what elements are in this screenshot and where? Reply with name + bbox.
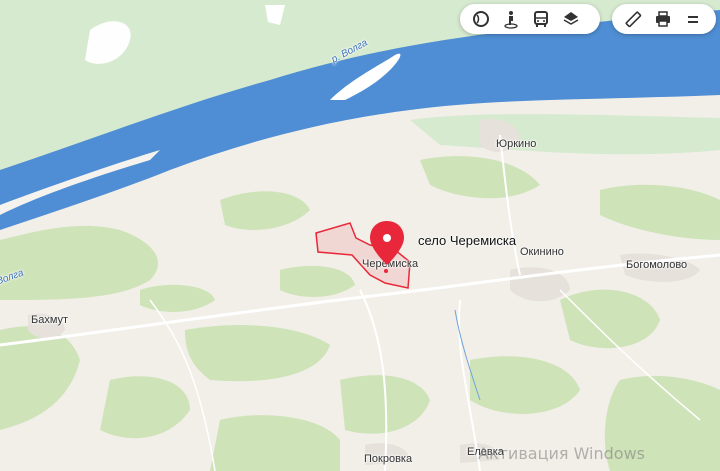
windows-activation-watermark: Активация Windows: [478, 444, 645, 463]
ruler-button[interactable]: [618, 5, 648, 33]
street-view-icon: [504, 11, 518, 29]
print-icon: [656, 11, 670, 27]
layers-button[interactable]: [556, 5, 586, 33]
map-controls-toolbar: [460, 4, 600, 34]
map-canvas[interactable]: р. Волга Волга Юркино Окинино Богомолово…: [0, 0, 720, 471]
map-tools-toolbar: [612, 4, 716, 34]
layers-icon: [563, 12, 579, 25]
street-view-button[interactable]: [496, 5, 526, 33]
transport-button[interactable]: [526, 5, 556, 33]
place-label-okinino: Окинино: [520, 246, 564, 258]
map-base-layer: [0, 0, 720, 471]
search-result-pin[interactable]: [368, 219, 406, 267]
menu-icon: [688, 16, 698, 23]
search-result-label[interactable]: село Черемиска: [418, 233, 516, 248]
place-label-bogomolovo: Богомолово: [626, 259, 688, 271]
bus-icon: [534, 11, 548, 27]
panorama-button[interactable]: [466, 5, 496, 33]
place-label-yurkino: Юркино: [496, 138, 537, 150]
panorama-icon: [473, 11, 489, 27]
place-label-pokrovka: Покровка: [364, 453, 413, 465]
place-label-bakhmut: Бахмут: [31, 314, 69, 326]
ruler-icon: [625, 11, 642, 28]
location-pin-icon: [370, 221, 404, 265]
menu-button[interactable]: [678, 5, 708, 33]
place-dot: [384, 269, 388, 273]
print-button[interactable]: [648, 5, 678, 33]
